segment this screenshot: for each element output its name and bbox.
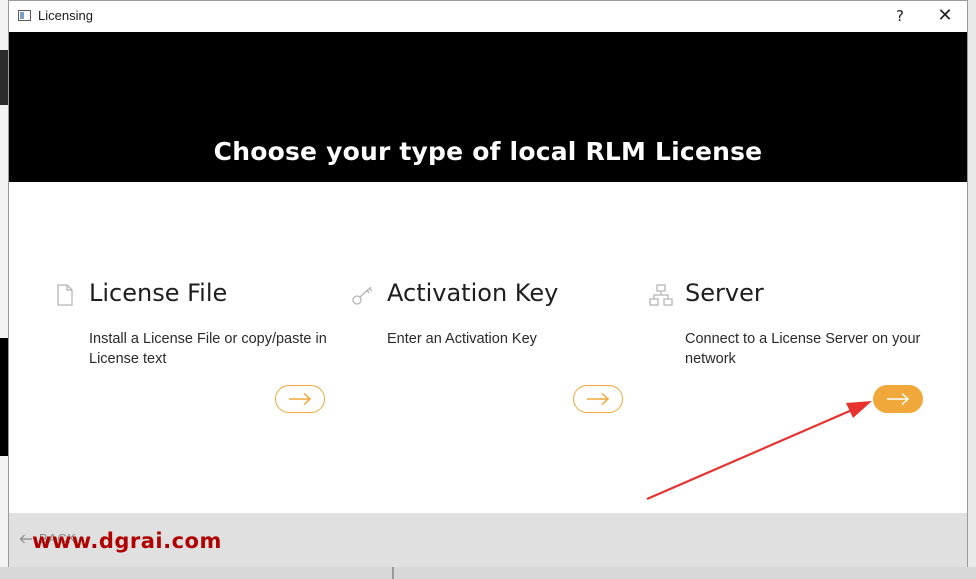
- window-app-icon: [18, 10, 31, 21]
- option-description: Enter an Activation Key: [387, 331, 537, 347]
- server-next-button[interactable]: [873, 385, 923, 413]
- arrow-right-icon: [289, 392, 312, 406]
- background-fragment: [0, 50, 8, 105]
- arrow-right-icon: [587, 392, 610, 406]
- footer-bar: BACK www.dgrai.com: [9, 513, 967, 567]
- background-taskbar: [0, 567, 976, 579]
- background-app: [0, 0, 8, 579]
- arrow-right-icon: [887, 392, 910, 406]
- option-title: License File: [89, 279, 228, 307]
- network-icon: [649, 284, 673, 306]
- window-title: Licensing: [38, 8, 93, 23]
- option-title: Activation Key: [387, 279, 559, 307]
- background-divider: [392, 567, 394, 579]
- option-description: Connect to a License Server on your netw…: [685, 331, 921, 367]
- option-description: Install a License File or copy/paste in …: [89, 331, 327, 367]
- key-icon: [352, 286, 373, 305]
- option-title: Server: [685, 279, 764, 307]
- arrow-left-icon: [19, 534, 32, 543]
- watermark: www.dgrai.com: [32, 529, 222, 553]
- header-banner: Choose your type of local RLM License: [9, 32, 967, 182]
- help-button[interactable]: ?: [879, 1, 921, 32]
- close-button[interactable]: ✕: [924, 1, 966, 32]
- licensing-window: Licensing ? ✕ Choose your type of local …: [8, 0, 968, 567]
- title-bar[interactable]: Licensing ? ✕: [9, 1, 967, 32]
- license-file-next-button[interactable]: [275, 385, 325, 413]
- document-icon: [57, 284, 73, 306]
- background-fragment: [0, 338, 8, 456]
- page-title: Choose your type of local RLM License: [213, 137, 763, 166]
- activation-key-next-button[interactable]: [573, 385, 623, 413]
